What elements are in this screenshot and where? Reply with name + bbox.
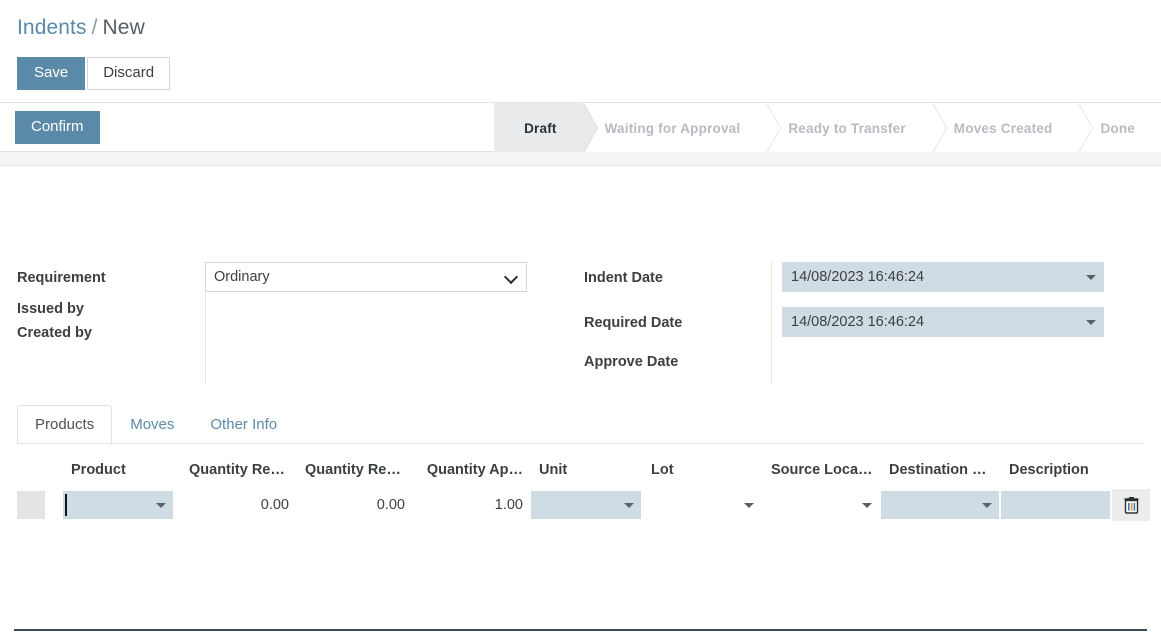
header-handle	[17, 455, 63, 487]
breadcrumb: Indents / New	[17, 14, 145, 42]
status-step-label: Ready to Transfer	[788, 120, 906, 136]
caret-down-icon	[156, 503, 166, 508]
caret-down-icon	[624, 503, 634, 508]
field-required-date: Required Date 14/08/2023 16:46:24	[584, 307, 1124, 344]
field-created-by: Created by	[17, 323, 557, 347]
field-label-required-date: Required Date	[584, 315, 683, 331]
requirement-select-value: Ordinary	[214, 269, 270, 285]
required-date-value: 14/08/2023 16:46:24	[791, 314, 925, 330]
notebook-tabs: Products Moves Other Info	[17, 405, 295, 445]
header-unit[interactable]: Unit	[531, 455, 643, 487]
table-header-row: Product Quantity Req… Quantity Req… Quan…	[17, 455, 1154, 487]
status-step-draft[interactable]: Draft	[494, 103, 598, 153]
status-step-waiting-for-approval[interactable]: Waiting for Approval	[582, 103, 782, 153]
breadcrumb-separator: /	[91, 16, 98, 39]
lot-input[interactable]	[643, 491, 761, 519]
indent-date-input[interactable]: 14/08/2023 16:46:24	[782, 262, 1104, 292]
cell-destination-location	[881, 487, 1001, 523]
header-quantity-requested[interactable]: Quantity Req…	[181, 455, 297, 487]
chevron-down-icon	[506, 272, 517, 283]
notebook-tab-underline	[17, 443, 1144, 444]
field-label-indent-date: Indent Date	[584, 270, 663, 286]
tab-products[interactable]: Products	[17, 405, 113, 445]
drag-handle-icon	[17, 491, 45, 519]
caret-down-icon	[862, 503, 872, 508]
cell-quantity-required[interactable]: 0.00	[297, 487, 413, 523]
status-step-label: Done	[1100, 120, 1135, 136]
field-requirement: Requirement Ordinary	[17, 262, 557, 299]
cell-unit	[531, 487, 643, 523]
header-product[interactable]: Product	[63, 455, 181, 487]
form-column-left: Requirement Ordinary Issued by Created b…	[17, 262, 557, 347]
status-step-label: Waiting for Approval	[604, 120, 741, 136]
indent-form-page: Indents / New Save Discard Confirm Draft W…	[0, 0, 1161, 633]
header-quantity-required[interactable]: Quantity Req…	[297, 455, 413, 487]
products-table: Product Quantity Req… Quantity Req… Quan…	[17, 455, 1154, 523]
confirm-button[interactable]: Confirm	[15, 110, 100, 144]
field-approve-date: Approve Date	[584, 352, 1124, 376]
product-input[interactable]	[63, 491, 173, 519]
breadcrumb-root-link[interactable]: Indents	[17, 16, 87, 39]
field-label-created-by: Created by	[17, 325, 92, 341]
cell-delete	[1112, 487, 1154, 523]
row-drag-handle[interactable]	[17, 487, 63, 523]
tab-label: Products	[35, 416, 95, 433]
field-indent-date: Indent Date 14/08/2023 16:46:24	[584, 262, 1124, 299]
destination-location-input[interactable]	[881, 491, 999, 519]
header-destination-location[interactable]: Destination L…	[881, 455, 1001, 487]
tab-label: Moves	[130, 416, 175, 433]
field-issued-by: Issued by	[17, 299, 557, 323]
tab-label: Other Info	[210, 416, 278, 433]
status-step-moves-created[interactable]: Moves Created	[931, 103, 1094, 153]
header-quantity-approved[interactable]: Quantity Ap…	[413, 455, 531, 487]
status-bar: Confirm Draft Waiting for Approval Ready…	[0, 102, 1161, 153]
save-button[interactable]: Save	[17, 57, 86, 90]
cell-quantity-requested[interactable]: 0.00	[181, 487, 297, 523]
unit-input[interactable]	[531, 491, 641, 519]
cell-quantity-approved[interactable]: 1.00	[413, 487, 531, 523]
field-label-issued-by: Issued by	[17, 301, 84, 317]
status-bar-shadow	[0, 152, 1161, 166]
form-column-right: Indent Date 14/08/2023 16:46:24 Required…	[584, 262, 1124, 376]
breadcrumb-current: New	[102, 16, 145, 39]
field-label-approve-date: Approve Date	[584, 354, 679, 370]
tab-moves[interactable]: Moves	[112, 405, 192, 445]
discard-button[interactable]: Discard	[87, 57, 171, 90]
caret-down-icon	[982, 503, 992, 508]
status-step-ready-to-transfer[interactable]: Ready to Transfer	[766, 103, 948, 153]
status-step-label: Draft	[524, 120, 557, 136]
cell-product	[63, 487, 181, 523]
requirement-select[interactable]: Ordinary	[205, 262, 527, 292]
field-label-requirement: Requirement	[17, 270, 106, 286]
caret-down-icon	[744, 503, 754, 508]
header-description[interactable]: Description	[1001, 455, 1112, 487]
table-row: 0.00 0.00 1.00	[17, 487, 1154, 523]
status-step-label: Moves Created	[953, 120, 1053, 136]
header-actions	[1112, 455, 1154, 487]
caret-down-icon	[1086, 320, 1096, 325]
header-source-location[interactable]: Source Locat…	[763, 455, 881, 487]
caret-down-icon	[1086, 275, 1096, 280]
source-location-input[interactable]	[763, 491, 879, 519]
status-flow: Draft Waiting for Approval Ready to Tran…	[494, 103, 1161, 153]
description-input[interactable]	[1001, 491, 1110, 519]
required-date-input[interactable]: 14/08/2023 16:46:24	[782, 307, 1104, 337]
delete-row-button[interactable]	[1112, 489, 1150, 521]
page-bottom-rule	[14, 629, 1147, 631]
cell-lot	[643, 487, 763, 523]
record-action-buttons: Save Discard	[17, 57, 171, 90]
trash-icon	[1124, 496, 1138, 514]
cell-source-location	[763, 487, 881, 523]
indent-date-value: 14/08/2023 16:46:24	[791, 269, 925, 285]
cell-description	[1001, 487, 1112, 523]
header-lot[interactable]: Lot	[643, 455, 763, 487]
tab-other-info[interactable]: Other Info	[192, 405, 295, 445]
text-cursor	[65, 494, 67, 516]
